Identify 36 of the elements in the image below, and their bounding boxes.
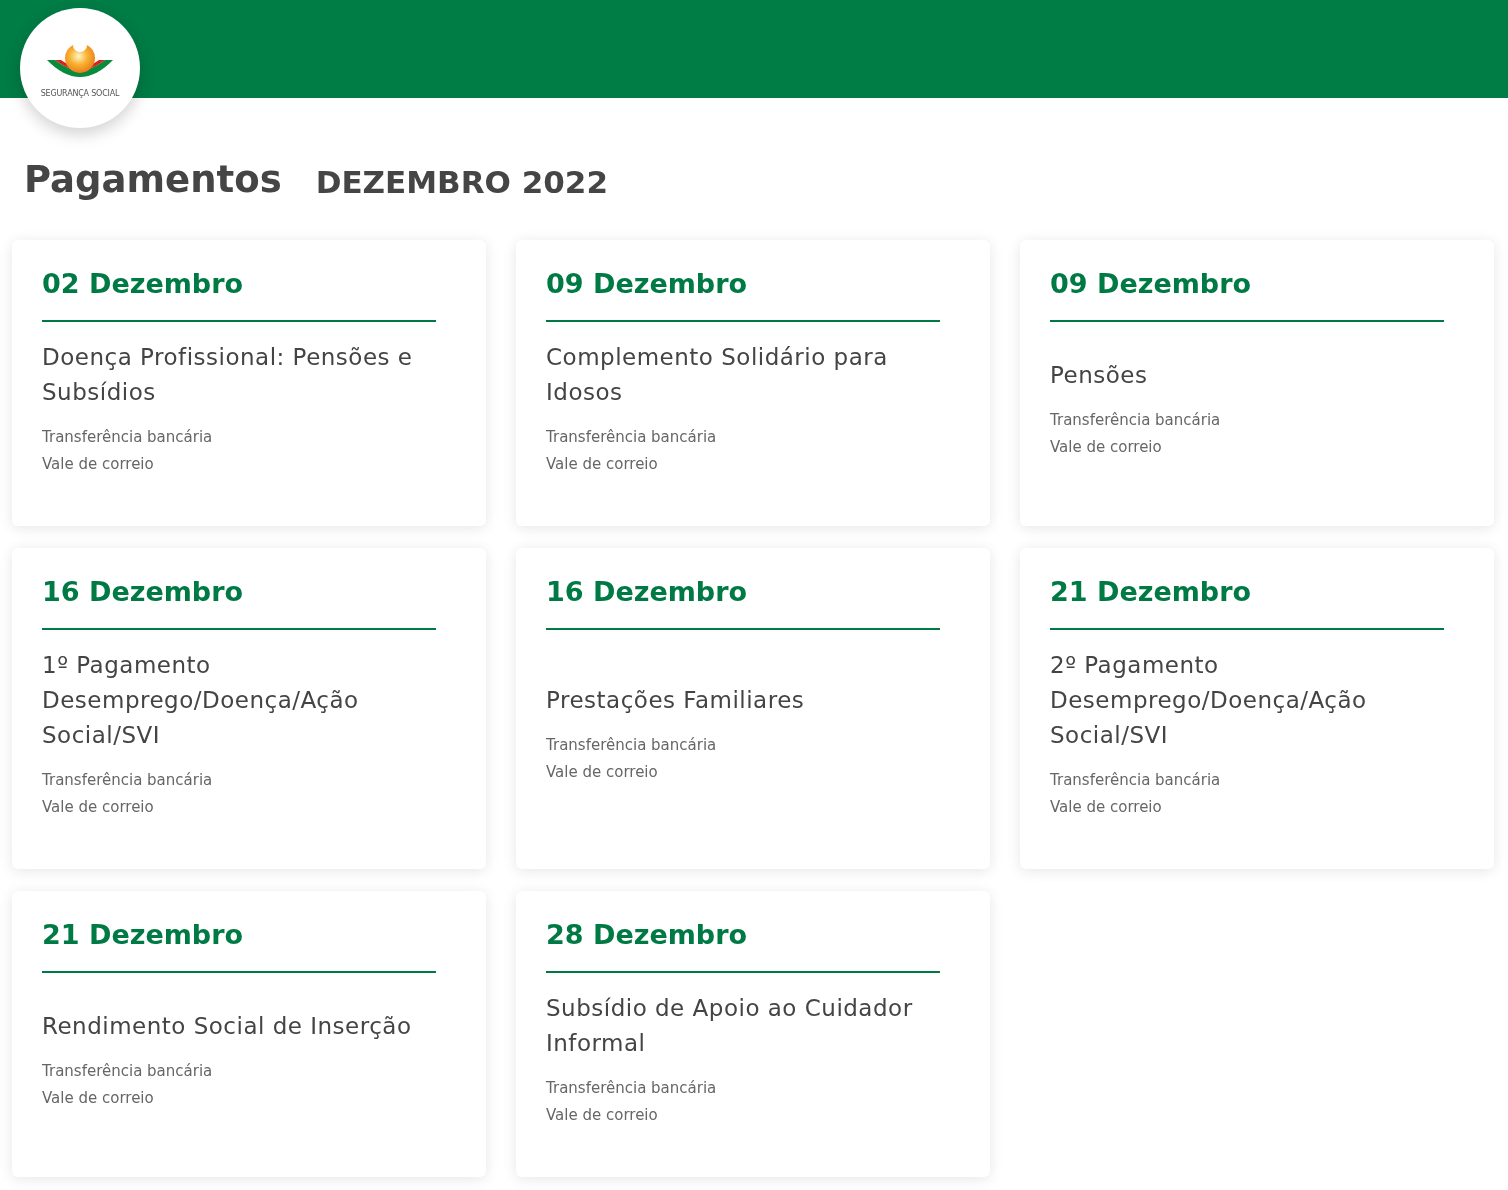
- benefit-name: Complemento Solidário para Idosos: [546, 343, 889, 407]
- page-title: Pagamentos: [24, 157, 282, 204]
- payment-method: Transferência bancária: [1050, 770, 1222, 791]
- payment-method: Transferência bancária: [546, 427, 718, 448]
- payment-date: 09 Dezembro: [1050, 264, 1444, 322]
- payment-method: Transferência bancária: [546, 735, 718, 756]
- benefit-name: Prestações Familiares: [546, 686, 806, 715]
- benefit-name: Pensões: [1050, 360, 1149, 390]
- payment-method: Transferência bancária: [546, 1078, 718, 1099]
- payment-date: 16 Dezembro: [42, 572, 436, 630]
- payment-date: 28 Dezembro: [546, 915, 940, 973]
- month-heading: DEZEMBRO 2022: [315, 162, 608, 202]
- payment-date: 02 Dezembro: [42, 264, 436, 322]
- payment-method: Vale de correio: [42, 1087, 155, 1109]
- benefit-name: 1º Pagamento Desemprego/Doença/Ação Social/SVI: [42, 651, 360, 750]
- benefit-name: Rendimento Social de Inserção: [42, 1011, 413, 1041]
- payment-method: Transferência bancária: [42, 427, 214, 448]
- payment-method: Transferência bancária: [42, 1060, 214, 1082]
- payment-method: Transferência bancária: [1050, 409, 1222, 431]
- logo[interactable]: SEGURANÇA SOCIAL: [20, 8, 140, 128]
- payment-date: 16 Dezembro: [546, 572, 940, 630]
- logo-text: SEGURANÇA SOCIAL: [40, 88, 120, 100]
- payment-method: Vale de correio: [1050, 436, 1163, 458]
- benefit-name: Subsídio de Apoio ao Cuidador Informal: [546, 994, 914, 1058]
- payment-method: Vale de correio: [42, 797, 155, 818]
- benefit-name: 2º Pagamento Desemprego/Doença/Ação Social/SVI: [1050, 651, 1368, 750]
- payment-date: 09 Dezembro: [546, 264, 940, 322]
- payment-method: Vale de correio: [1050, 797, 1163, 818]
- payment-date: 21 Dezembro: [1050, 572, 1444, 630]
- payment-date: 21 Dezembro: [42, 915, 436, 973]
- payment-method: Vale de correio: [546, 762, 659, 783]
- benefit-name: Doença Profissional: Pensões e Subsídios: [42, 343, 414, 407]
- payment-method: Transferência bancária: [42, 770, 214, 791]
- payment-method: Vale de correio: [546, 1105, 659, 1126]
- payment-method: Vale de correio: [42, 454, 155, 475]
- payment-method: Vale de correio: [546, 454, 659, 475]
